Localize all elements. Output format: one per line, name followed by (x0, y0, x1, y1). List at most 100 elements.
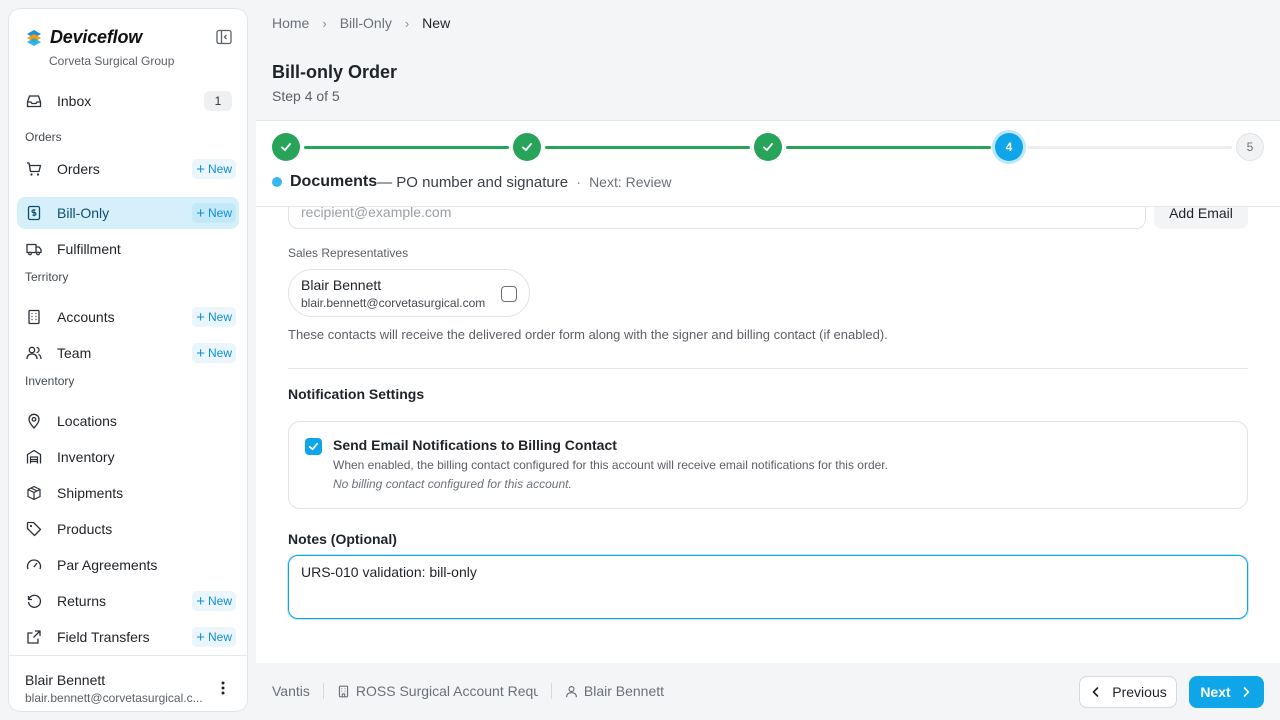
sidebar-item-products[interactable]: Products (17, 513, 239, 545)
notification-title: Send Email Notifications to Billing Cont… (333, 437, 617, 453)
check-icon (763, 143, 773, 151)
building-icon (25, 308, 43, 326)
add-email-button[interactable]: Add Email (1154, 207, 1248, 229)
sidebar-item-shipments[interactable]: Shipments (17, 477, 239, 509)
section-label-territory: Territory (25, 270, 69, 284)
team-new-button[interactable]: + New (192, 343, 236, 363)
rep-name: Blair Bennett (301, 277, 382, 293)
step-connector (1027, 146, 1232, 149)
sidebar-item-fulfillment[interactable]: Fulfillment (17, 233, 239, 265)
invoice-icon (25, 204, 43, 222)
footer-bar: Vantis ROSS Surgical Account Requ Blair … (256, 663, 1280, 720)
section-divider (288, 368, 1248, 369)
check-icon (522, 143, 532, 151)
orders-new-button[interactable]: + New (192, 159, 236, 179)
new-label: New (207, 630, 232, 644)
sidebar-item-accounts[interactable]: Accounts + New (17, 301, 239, 333)
more-vertical-icon[interactable] (213, 678, 233, 698)
step-connector (786, 146, 991, 149)
org-name: Corveta Surgical Group (49, 54, 175, 68)
recipient-email-input[interactable] (288, 207, 1146, 229)
field-transfers-new-button[interactable]: + New (192, 627, 236, 647)
sidebar-item-label: Inventory (57, 449, 115, 465)
user-profile[interactable]: Blair Bennett blair.bennett@corvetasurgi… (9, 655, 247, 711)
cart-icon (25, 160, 43, 178)
inbox-count-badge: 1 (204, 91, 232, 111)
step-separator: · (576, 173, 582, 191)
breadcrumb: Home › Bill-Only › New (272, 15, 450, 31)
user-name: Blair Bennett (25, 672, 106, 688)
step-connector (545, 146, 750, 149)
sales-reps-label: Sales Representatives (288, 246, 409, 260)
user-email: blair.bennett@corvetasurgical.c... (25, 691, 203, 705)
collapse-sidebar-icon[interactable] (215, 28, 233, 46)
sidebar-item-label: Bill-Only (57, 205, 110, 221)
sidebar-item-label: Par Agreements (57, 557, 158, 573)
notification-settings-title: Notification Settings (288, 386, 425, 402)
form-content: Add Email Sales Representatives Blair Be… (256, 207, 1280, 663)
sidebar-item-inbox[interactable]: Inbox 1 (17, 85, 239, 117)
sidebar-item-returns[interactable]: Returns + New (17, 585, 239, 617)
sales-rep-chip[interactable]: Blair Bennett blair.bennett@corvetasurgi… (288, 269, 530, 317)
deviceflow-logo-icon (27, 29, 41, 46)
transfer-icon (25, 628, 43, 646)
chevron-right-icon: › (404, 15, 410, 31)
new-label: New (207, 206, 232, 220)
notification-note: No billing contact configured for this a… (333, 477, 572, 491)
step-5-future[interactable]: 5 (1236, 133, 1264, 161)
previous-button[interactable]: Previous (1079, 676, 1177, 708)
chevron-left-icon (1092, 687, 1099, 697)
step-2-complete[interactable] (513, 133, 541, 161)
page-step-text: Step 4 of 5 (272, 88, 340, 104)
inbox-icon (25, 92, 43, 110)
current-step-info: Documents — PO number and signature · Ne… (272, 173, 672, 191)
footer-divider (550, 683, 552, 699)
sidebar-item-team[interactable]: Team + New (17, 337, 239, 369)
sidebar-item-label: Products (57, 521, 113, 537)
accounts-new-button[interactable]: + New (192, 307, 236, 327)
sales-rep-checkbox[interactable] (501, 286, 517, 302)
breadcrumb-home[interactable]: Home (272, 15, 309, 31)
breadcrumb-current: New (422, 15, 451, 31)
sidebar-item-inventory[interactable]: Inventory (17, 441, 239, 473)
notification-card: Send Email Notifications to Billing Cont… (288, 421, 1248, 509)
sidebar-item-label: Fulfillment (57, 241, 121, 257)
step-1-complete[interactable] (272, 133, 300, 161)
sidebar: Deviceflow Corveta Surgical Group Inbox … (8, 8, 248, 712)
notes-label: Notes (Optional) (288, 531, 397, 547)
sidebar-item-label: Returns (57, 593, 107, 609)
tag-icon (25, 520, 43, 538)
users-icon (25, 344, 43, 362)
current-step-dot (272, 177, 282, 187)
notes-textarea[interactable] (288, 555, 1248, 619)
step-3-complete[interactable] (754, 133, 782, 161)
sidebar-item-locations[interactable]: Locations (17, 405, 239, 437)
sidebar-item-label: Locations (57, 413, 117, 429)
sidebar-item-orders[interactable]: Orders + New (17, 153, 239, 185)
sidebar-item-label: Shipments (57, 485, 124, 501)
section-label-orders: Orders (25, 130, 62, 144)
sidebar-item-field-transfers[interactable]: Field Transfers + New (17, 621, 239, 653)
footer-account: ROSS Surgical Account Requ (355, 683, 538, 699)
package-icon (25, 484, 43, 502)
returns-new-button[interactable]: + New (192, 591, 236, 611)
step-4-current[interactable]: 4 (995, 133, 1023, 161)
next-button[interactable]: Next (1189, 676, 1264, 708)
sidebar-item-bill-only[interactable]: Bill-Only + New (17, 197, 239, 229)
sidebar-item-par-agreements[interactable]: Par Agreements (17, 549, 239, 581)
check-icon (281, 143, 291, 151)
breadcrumb-bill-only[interactable]: Bill-Only (340, 15, 392, 31)
rep-email: blair.bennett@corvetasurgical.com (301, 296, 486, 310)
gauge-icon (25, 556, 43, 574)
sidebar-item-label: Field Transfers (57, 629, 150, 645)
footer-divider (322, 683, 324, 699)
brand[interactable]: Deviceflow (25, 27, 142, 48)
sidebar-item-label: Team (57, 345, 92, 361)
billing-notification-checkbox[interactable] (305, 438, 322, 455)
new-label: New (207, 346, 232, 360)
truck-icon (25, 240, 43, 258)
footer-user: Blair Bennett (583, 683, 665, 699)
bill-only-new-button[interactable]: + New (192, 203, 236, 223)
contacts-help-text: These contacts will receive the delivere… (288, 327, 888, 342)
new-label: New (207, 594, 232, 608)
